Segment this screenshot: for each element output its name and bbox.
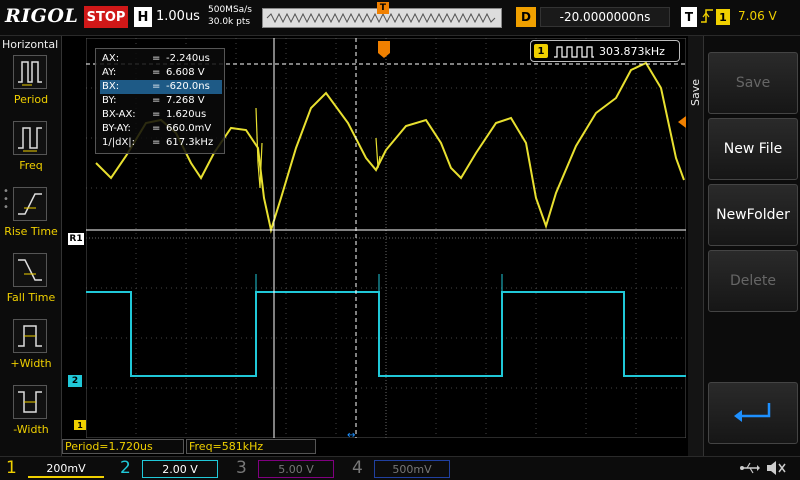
- channel-1-status[interactable]: 1 200mV: [0, 457, 112, 480]
- back-button[interactable]: [708, 382, 798, 444]
- save-button[interactable]: Save: [708, 52, 798, 114]
- channel-3-status[interactable]: 3 5.00 V: [230, 457, 342, 480]
- freq-label: Freq: [19, 159, 43, 172]
- trigger-source[interactable]: 1: [716, 9, 730, 25]
- left-measure-menu: Horizontal Period Freq • • • Rise Time Fal…: [0, 36, 62, 456]
- top-status-bar: RIGOL STOP H 1.00us 500MSa/s 30.0k pts T…: [0, 0, 800, 36]
- rise-time-label: Rise Time: [4, 225, 58, 238]
- horizontal-center-arrow-icon: ↔: [347, 430, 356, 441]
- period-icon: [13, 55, 47, 89]
- trigger-label: T: [681, 7, 697, 27]
- channel-4-status[interactable]: 4 500mV: [346, 457, 458, 480]
- measure-plus-width-button[interactable]: +Width: [0, 316, 62, 378]
- cursor-readout-panel: AX: = -2.240us AY: = 6.608 V BX: = -620.0ns BY…: [95, 48, 225, 154]
- counter-value: 303.873kHz: [599, 45, 665, 58]
- waveform-overview-bar: T: [262, 2, 502, 28]
- channel-status-bar: 1 200mV 2 2.00 V 3 5.00 V 4 500mV: [0, 456, 800, 480]
- rising-edge-icon: [700, 7, 714, 29]
- minus-width-icon: [13, 385, 47, 419]
- menu-title: Horizontal: [2, 38, 59, 51]
- period-label: Period: [13, 93, 49, 106]
- save-menu-panel: Save Save New File NewFolder Delete: [688, 36, 800, 456]
- usb-icon: [740, 460, 760, 480]
- cursor-by-row: BY: = 7.268 V: [102, 95, 205, 106]
- measure-period-result[interactable]: Period=1.720us: [62, 439, 184, 454]
- horizontal-label: H: [134, 7, 152, 27]
- plus-width-icon: [13, 319, 47, 353]
- frequency-counter: 1 303.873kHz: [530, 40, 680, 62]
- plus-width-label: +Width: [10, 357, 52, 370]
- speaker-muted-icon[interactable]: [765, 459, 787, 480]
- ch2-offset-marker[interactable]: 2: [68, 375, 82, 387]
- frequency-icon: [13, 121, 47, 155]
- counter-channel-badge: 1: [534, 44, 548, 58]
- measure-rise-time-button[interactable]: Rise Time: [0, 184, 62, 246]
- measure-minus-width-button[interactable]: -Width: [0, 382, 62, 444]
- memory-depth: 30.0k pts: [208, 17, 251, 27]
- rigol-logo: RIGOL: [5, 5, 79, 27]
- run-stop-status[interactable]: STOP: [84, 6, 128, 28]
- new-file-button[interactable]: New File: [708, 118, 798, 180]
- ch1-offset-marker[interactable]: 1: [74, 420, 86, 430]
- cursor-inv-dx-row: 1/|dX|: = 617.3kHz: [102, 137, 214, 148]
- cursor-bx-ax-row: BX-AX: = 1.620us: [102, 109, 207, 120]
- save-menu-tab[interactable]: Save: [688, 36, 704, 456]
- delay-label: D: [516, 7, 536, 27]
- measure-freq-button[interactable]: Freq: [0, 118, 62, 180]
- trigger-position-marker: T: [377, 2, 389, 14]
- measure-period-button[interactable]: Period: [0, 52, 62, 114]
- rise-time-icon: [13, 187, 47, 221]
- square-wave-icon: [554, 46, 594, 58]
- horizontal-delay[interactable]: -20.0000000ns: [540, 7, 670, 27]
- fall-time-icon: [13, 253, 47, 287]
- measure-fall-time-button[interactable]: Fall Time: [0, 250, 62, 312]
- horizontal-timebase[interactable]: 1.00us: [156, 9, 200, 24]
- fall-time-label: Fall Time: [6, 291, 56, 304]
- ref-r1-marker: R1: [68, 233, 84, 245]
- minus-width-label: -Width: [13, 423, 49, 436]
- new-folder-button[interactable]: NewFolder: [708, 184, 798, 246]
- cursor-ay-row: AY: = 6.608 V: [102, 67, 205, 78]
- cursor-ax-row: AX: = -2.240us: [102, 53, 210, 64]
- measure-freq-result[interactable]: Freq=581kHz: [186, 439, 316, 454]
- channel-2-status[interactable]: 2 2.00 V: [114, 457, 226, 480]
- trigger-level[interactable]: 7.06 V: [738, 9, 777, 23]
- delete-button[interactable]: Delete: [708, 250, 798, 312]
- cursor-by-ay-row: BY-AY: = 660.0mV: [102, 123, 212, 134]
- cursor-bx-row[interactable]: BX: = -620.0ns: [100, 80, 222, 94]
- return-arrow-icon: [734, 403, 771, 422]
- sample-rate: 500MSa/s: [208, 5, 252, 15]
